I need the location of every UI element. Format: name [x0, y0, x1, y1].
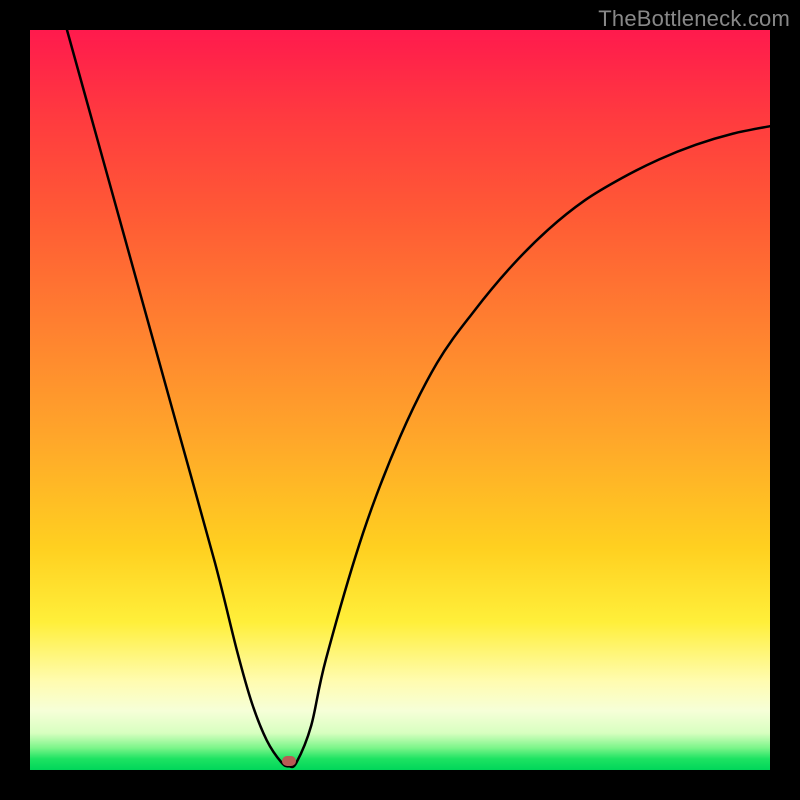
chart-plot-area [30, 30, 770, 770]
chart-frame: TheBottleneck.com [0, 0, 800, 800]
bottleneck-curve [30, 30, 770, 770]
min-bottleneck-marker [282, 756, 296, 766]
watermark-text: TheBottleneck.com [598, 6, 790, 32]
